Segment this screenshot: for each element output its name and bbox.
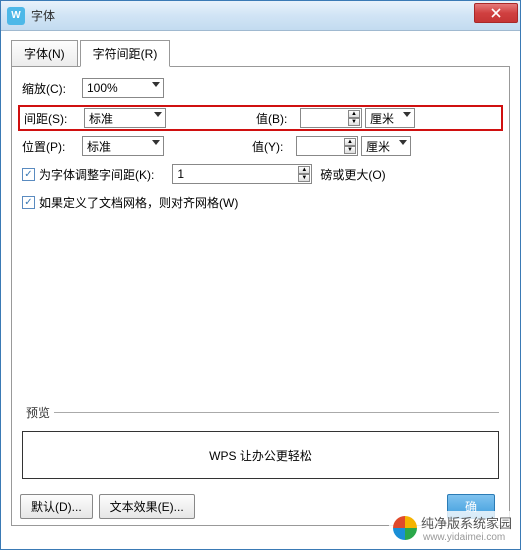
value-r-unit-text: 厘米 (370, 110, 394, 127)
close-button[interactable] (474, 3, 518, 23)
scale-label: 缩放(C): (22, 80, 82, 97)
tab-font-label: 字体(N) (24, 47, 65, 61)
text-effects-label: 文本效果(E)... (110, 500, 184, 514)
chevron-down-icon (152, 82, 160, 87)
kerning-suffix: 磅或更大(O) (320, 166, 385, 183)
value-y-unit[interactable]: 厘米 (361, 136, 411, 156)
grid-label: 如果定义了文档网格，则对齐网格(W) (39, 194, 238, 211)
preview-box: WPS 让办公更轻松 (22, 431, 499, 479)
chevron-down-icon (399, 140, 407, 145)
watermark-text: 纯净版系统家园 (421, 513, 512, 532)
text-effects-button[interactable]: 文本效果(E)... (99, 494, 195, 519)
kerning-value: 1 (177, 167, 184, 181)
preview-fieldset: 预览 WPS 让办公更轻松 (22, 404, 499, 479)
grid-row: ✓ 如果定义了文档网格，则对齐网格(W) (22, 191, 499, 213)
value-r-input[interactable]: ▲▼ (300, 108, 362, 128)
value-y-label: 值(Y): (252, 138, 296, 155)
titlebar: W 字体 (1, 1, 520, 31)
watermark-logo-icon (393, 516, 417, 540)
spacing-label: 间距(S): (24, 110, 84, 127)
grid-checkbox[interactable]: ✓ (22, 196, 35, 209)
position-row: 位置(P): 标准 值(Y): ▲▼ 厘米 (22, 135, 499, 157)
window-title: 字体 (31, 7, 55, 24)
kerning-row: ✓ 为字体调整字间距(K): 1 ▲▼ 磅或更大(O) (22, 163, 499, 185)
default-button[interactable]: 默认(D)... (20, 494, 93, 519)
spacing-row-highlight: 间距(S): 标准 值(B): ▲▼ 厘米 (18, 105, 503, 131)
dialog-body: 字体(N) 字符间距(R) 缩放(C): 100% 间距(S): 标准 值(B)… (1, 31, 520, 534)
spin-down-icon[interactable]: ▼ (344, 146, 356, 154)
value-y-unit-text: 厘米 (366, 138, 390, 155)
tab-char-spacing[interactable]: 字符间距(R) (80, 40, 171, 67)
spacing-value: 标准 (89, 110, 113, 127)
chevron-down-icon (154, 112, 162, 117)
spin-up-icon[interactable]: ▲ (348, 110, 360, 118)
scale-row: 缩放(C): 100% (22, 77, 499, 99)
preview-legend: 预览 (22, 404, 54, 421)
tab-panel: 缩放(C): 100% 间距(S): 标准 值(B): ▲▼ 厘米 (11, 66, 510, 526)
kerning-input[interactable]: 1 ▲▼ (172, 164, 312, 184)
chevron-down-icon (403, 112, 411, 117)
position-combo[interactable]: 标准 (82, 136, 164, 156)
preview-text: WPS 让办公更轻松 (209, 447, 312, 464)
tab-char-spacing-label: 字符间距(R) (93, 47, 158, 61)
spacing-combo[interactable]: 标准 (84, 108, 166, 128)
scale-value: 100% (87, 81, 118, 95)
position-label: 位置(P): (22, 138, 82, 155)
watermark: 纯净版系统家园 www.yidaimei.com (389, 511, 516, 545)
tab-strip: 字体(N) 字符间距(R) (11, 39, 510, 66)
value-r-unit[interactable]: 厘米 (365, 108, 415, 128)
value-y-input[interactable]: ▲▼ (296, 136, 358, 156)
spin-down-icon[interactable]: ▼ (298, 174, 310, 182)
tab-font[interactable]: 字体(N) (11, 40, 78, 67)
close-icon (491, 8, 501, 18)
value-r-label: 值(B): (256, 110, 300, 127)
font-dialog: W 字体 字体(N) 字符间距(R) 缩放(C): 100% 间距(S): 标准 (0, 0, 521, 550)
spin-down-icon[interactable]: ▼ (348, 118, 360, 126)
spin-up-icon[interactable]: ▲ (344, 138, 356, 146)
kerning-checkbox[interactable]: ✓ (22, 168, 35, 181)
scale-combo[interactable]: 100% (82, 78, 164, 98)
position-value: 标准 (87, 138, 111, 155)
kerning-label: 为字体调整字间距(K): (39, 166, 154, 183)
chevron-down-icon (152, 140, 160, 145)
spin-up-icon[interactable]: ▲ (298, 166, 310, 174)
app-icon: W (7, 7, 25, 25)
watermark-url: www.yidaimei.com (423, 532, 512, 543)
default-button-label: 默认(D)... (31, 500, 82, 514)
